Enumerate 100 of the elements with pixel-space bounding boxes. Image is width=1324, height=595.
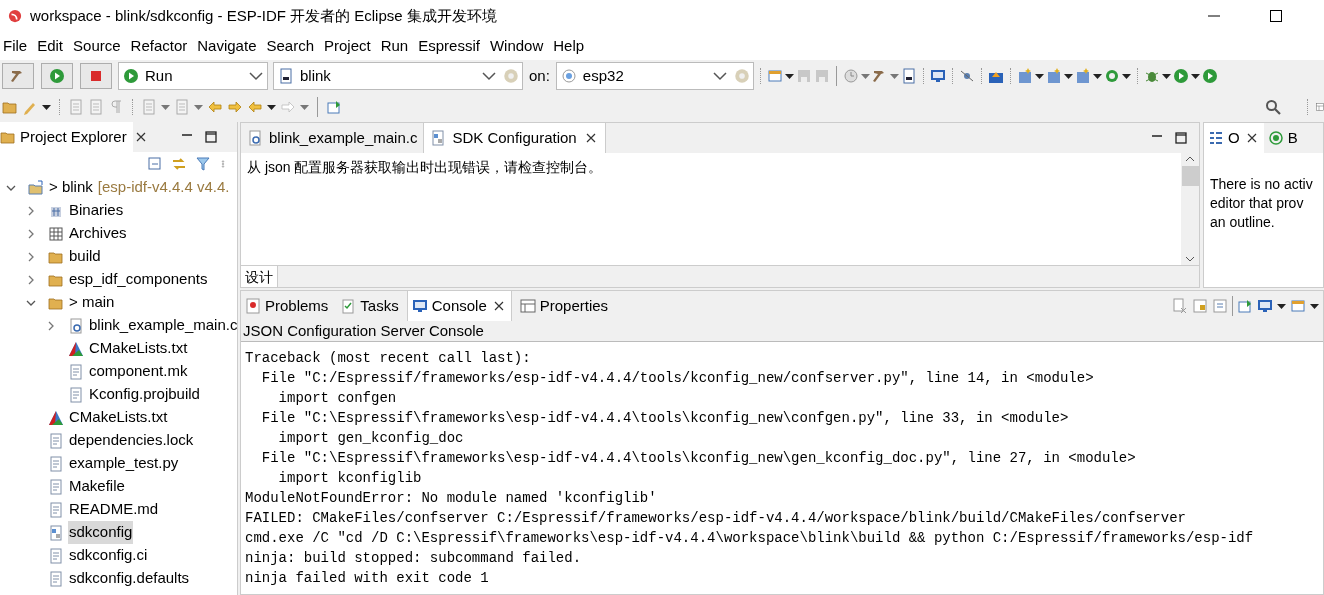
scroll-up-icon[interactable] <box>1185 156 1195 162</box>
menu-item[interactable]: Edit <box>32 34 69 58</box>
launch-config-dropdown[interactable]: blink <box>273 62 523 90</box>
open-folder-icon[interactable] <box>2 99 18 115</box>
launch-target-text: esp32 <box>582 65 625 86</box>
console-line: Traceback (most recent call last): <box>245 349 532 368</box>
pin-icon[interactable] <box>326 99 342 115</box>
dropdown-arrow-icon[interactable] <box>1121 73 1131 79</box>
filter-icon[interactable] <box>195 156 211 172</box>
menu-item[interactable]: Help <box>548 34 590 58</box>
monitor-icon[interactable] <box>929 68 946 84</box>
scrollbar[interactable] <box>1181 153 1199 265</box>
dropdown-arrow-icon[interactable] <box>1277 303 1286 309</box>
tree-item[interactable]: sdkconfig.defaults <box>68 567 191 590</box>
chevron-right-icon[interactable] <box>26 274 36 285</box>
launch-mode-text: Run <box>145 65 174 86</box>
stop-button[interactable] <box>80 63 112 89</box>
search-icon[interactable] <box>1265 99 1281 115</box>
collapse-all-icon[interactable] <box>147 156 163 172</box>
dropdown-arrow-icon[interactable] <box>42 104 51 110</box>
chevron-down-icon[interactable] <box>249 71 263 81</box>
outline-icon <box>1208 130 1224 146</box>
file-icon <box>48 455 64 472</box>
binary-file-icon[interactable] <box>900 68 917 84</box>
outline-message: There is no activ <box>1210 175 1314 194</box>
scroll-lock-icon[interactable] <box>1192 298 1208 314</box>
chevron-down-icon[interactable] <box>712 71 727 81</box>
dropdown-arrow-icon[interactable] <box>784 73 794 79</box>
play-icon <box>123 68 139 84</box>
chevron-right-icon[interactable] <box>26 251 36 262</box>
explorer-tab[interactable]: Project Explorer <box>0 122 133 152</box>
file-icon <box>68 363 84 380</box>
menu-item[interactable]: Search <box>261 34 319 58</box>
menu-item[interactable]: Run <box>375 34 414 58</box>
console-view-tab[interactable]: Console <box>406 291 512 321</box>
dropdown-arrow-icon[interactable] <box>1190 73 1200 79</box>
tree-item[interactable]: build <box>68 245 102 268</box>
clear-console-icon[interactable] <box>1172 298 1188 314</box>
tree-item[interactable]: sdkconfig.ci <box>68 544 149 567</box>
scroll-thumb[interactable] <box>1181 166 1199 186</box>
dropdown-arrow-icon[interactable] <box>1063 73 1073 79</box>
display-console-icon[interactable] <box>1257 298 1273 314</box>
design-tab[interactable]: 设计 <box>241 266 278 287</box>
c-file-icon <box>247 130 263 146</box>
console-line: import confgen <box>277 389 398 408</box>
dropdown-arrow-icon[interactable] <box>1092 73 1102 79</box>
c-file-icon <box>278 68 294 84</box>
pin-console-icon[interactable] <box>1237 298 1253 314</box>
forward-arrow-icon[interactable] <box>227 99 243 115</box>
link-icon[interactable] <box>171 156 187 172</box>
tree-item[interactable]: > main <box>68 291 116 314</box>
tree-item[interactable]: CMakeLists.txt <box>88 337 189 360</box>
dropdown-arrow-icon[interactable] <box>1034 73 1044 79</box>
build-button[interactable] <box>2 63 34 89</box>
clock-icon[interactable] <box>842 68 859 84</box>
plug-icon[interactable] <box>958 68 975 84</box>
launch-target-dropdown[interactable]: esp32 <box>555 62 754 90</box>
console-line: File "C:\Espressif\frameworks\esp-idf-v4.4.4\tools\kconfig_new\gen_kconfig_doc.py", line 27, in <module> <box>260 449 1137 468</box>
view-tab[interactable]: O <box>1204 123 1264 153</box>
launch-mode-dropdown[interactable]: Run <box>118 62 268 90</box>
file-icon <box>68 386 84 403</box>
editor-tab[interactable]: SDK Configuration <box>423 123 606 153</box>
folder-icon <box>0 129 16 145</box>
play-icon[interactable] <box>1172 68 1189 84</box>
tree-item[interactable]: Makefile <box>68 475 126 498</box>
tree-item[interactable]: esp_idf_components <box>68 268 209 291</box>
maximize-icon[interactable] <box>1173 130 1189 146</box>
tree-item[interactable]: dependencies.lock <box>68 429 195 452</box>
dropdown-arrow-icon[interactable] <box>1310 303 1319 309</box>
tree-item[interactable]: blink_example_main.c <box>88 314 237 337</box>
menu-item[interactable]: Project <box>319 34 376 58</box>
tree-item[interactable]: > blink <box>48 176 94 199</box>
back-arrow-icon[interactable] <box>207 99 223 115</box>
tree-item[interactable]: Binaries <box>68 199 125 222</box>
maximize-icon[interactable] <box>203 129 219 145</box>
config-file-icon <box>48 524 64 541</box>
chevron-right-icon[interactable] <box>26 228 36 239</box>
tree-item[interactable]: CMakeLists.txt <box>68 406 169 429</box>
play-icon[interactable] <box>1201 68 1218 84</box>
tree-item[interactable]: Archives <box>68 222 128 245</box>
chevron-down-icon[interactable] <box>482 71 496 81</box>
dropdown-arrow-icon[interactable] <box>267 104 276 110</box>
chevron-right-icon[interactable] <box>26 205 36 216</box>
tree-item[interactable]: README.md <box>68 498 160 521</box>
scroll-down-icon[interactable] <box>1185 256 1195 262</box>
chevron-right-icon[interactable] <box>46 320 56 331</box>
menu-item[interactable]: Navigate <box>192 34 262 58</box>
tree-item[interactable]: sdkconfig <box>68 521 134 544</box>
menu-item[interactable]: File <box>0 34 33 58</box>
menu-item[interactable]: Source <box>68 34 126 58</box>
file-icon <box>48 501 64 518</box>
menu-item[interactable]: Refactor <box>125 34 193 58</box>
tree-item[interactable]: Kconfig.projbuild <box>88 383 201 406</box>
menu-item[interactable]: Window <box>484 34 549 58</box>
launch-button[interactable] <box>41 63 73 89</box>
dropdown-arrow-icon[interactable] <box>1161 73 1171 79</box>
tree-item[interactable]: component.mk <box>88 360 189 383</box>
menu-item[interactable]: Espressif <box>413 34 485 58</box>
tree-item[interactable]: example_test.py <box>68 452 180 475</box>
maximize-icon[interactable] <box>1270 10 1282 22</box>
